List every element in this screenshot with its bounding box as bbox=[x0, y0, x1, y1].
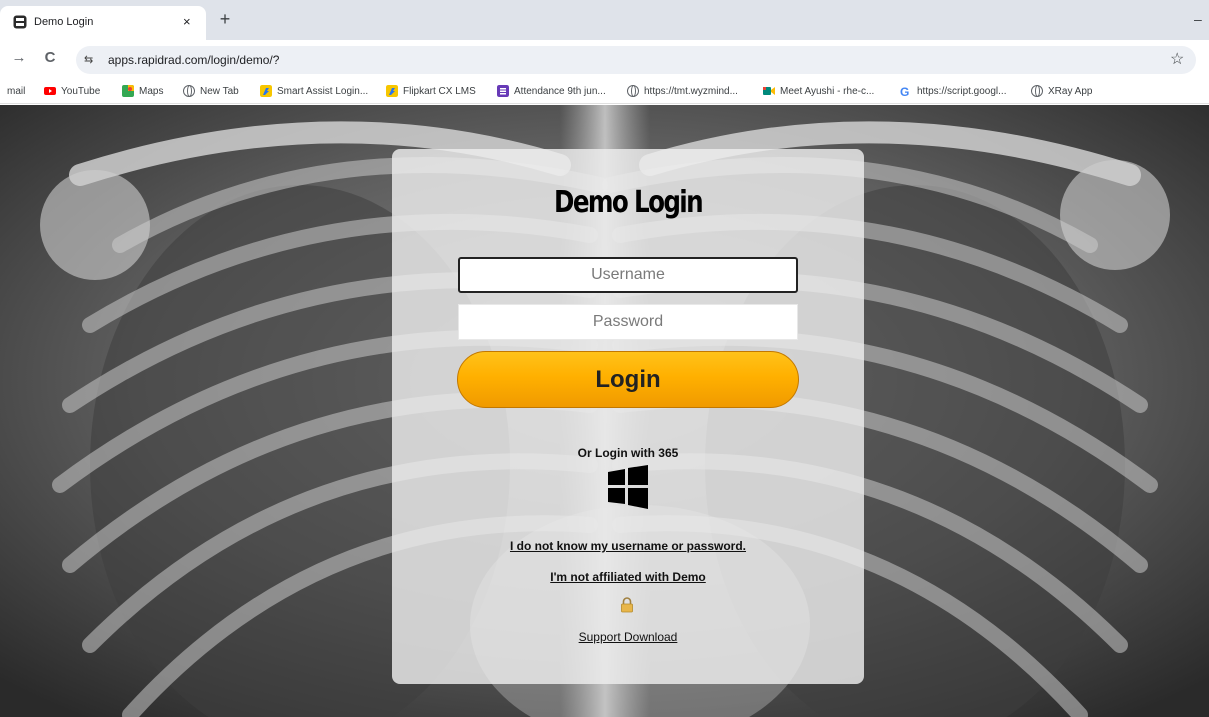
bookmark-meet[interactable]: Meet Ayushi - rhe-c... bbox=[763, 83, 874, 99]
bookmark-mail[interactable]: mail bbox=[7, 83, 25, 99]
tab-title: Demo Login bbox=[34, 16, 94, 28]
bookmark-label: Maps bbox=[139, 85, 164, 97]
bookmark-label: https://script.googl... bbox=[917, 85, 1007, 97]
username-input[interactable] bbox=[458, 257, 798, 293]
bookmark-label: Smart Assist Login... bbox=[277, 85, 369, 97]
globe-icon bbox=[183, 85, 195, 97]
lock-icon bbox=[621, 597, 633, 613]
bookmarks-bar: mail YouTube Maps New Tab Smart Assist L… bbox=[0, 78, 1209, 104]
meet-icon bbox=[763, 87, 775, 95]
new-tab-button[interactable]: + bbox=[214, 9, 236, 29]
bookmark-new-tab[interactable]: New Tab bbox=[183, 83, 239, 99]
forgot-credentials-link[interactable]: I do not know my username or password. bbox=[392, 539, 864, 553]
bookmark-smart-assist[interactable]: Smart Assist Login... bbox=[260, 83, 368, 99]
site-favicon-icon bbox=[13, 15, 27, 29]
tab-strip: Demo Login × + – bbox=[0, 0, 1209, 40]
browser-toolbar: → C ⇆ apps.rapidrad.com/login/demo/? ☆ bbox=[0, 40, 1209, 78]
bookmark-attendance[interactable]: Attendance 9th jun... bbox=[497, 83, 606, 99]
login-button[interactable]: Login bbox=[457, 351, 799, 408]
password-input[interactable] bbox=[458, 304, 798, 340]
bookmark-maps[interactable]: Maps bbox=[122, 83, 163, 99]
windows-logo-icon[interactable] bbox=[606, 465, 650, 509]
bookmark-label: Attendance 9th jun... bbox=[514, 85, 606, 97]
bookmark-xray-app[interactable]: XRay App bbox=[1031, 83, 1092, 99]
support-download-link[interactable]: Support Download bbox=[392, 630, 864, 644]
tab-demo-login[interactable]: Demo Login × bbox=[0, 6, 206, 40]
bookmark-label: https://tmt.wyzmind... bbox=[644, 85, 738, 97]
flipkart-icon bbox=[386, 85, 398, 97]
svg-text:G: G bbox=[900, 85, 909, 97]
forms-icon bbox=[497, 85, 509, 97]
flipkart-icon bbox=[260, 85, 272, 97]
bookmark-flipkart-cx[interactable]: Flipkart CX LMS bbox=[386, 83, 476, 99]
google-icon: G bbox=[900, 85, 909, 97]
not-affiliated-link[interactable]: I'm not affiliated with Demo bbox=[392, 570, 864, 584]
bookmark-label: mail bbox=[7, 85, 26, 97]
page-content: Demo Login Login Or Login with 365 I do … bbox=[0, 105, 1209, 717]
minimize-window-button[interactable]: – bbox=[1194, 9, 1202, 29]
bookmark-google-script[interactable]: G https://script.googl... bbox=[900, 83, 1007, 99]
globe-icon bbox=[1031, 85, 1043, 97]
bookmark-label: Meet Ayushi - rhe-c... bbox=[780, 85, 875, 97]
site-info-icon[interactable]: ⇆ bbox=[84, 52, 93, 68]
or-login-label: Or Login with 365 bbox=[577, 446, 679, 460]
page-title: Demo Login bbox=[554, 185, 704, 220]
reload-icon[interactable]: C bbox=[40, 49, 60, 67]
bookmark-label: YouTube bbox=[61, 85, 101, 97]
bookmark-tmt[interactable]: https://tmt.wyzmind... bbox=[627, 83, 738, 99]
bookmark-label: Flipkart CX LMS bbox=[403, 85, 476, 97]
bookmark-label: New Tab bbox=[200, 85, 239, 97]
bookmark-label: XRay App bbox=[1048, 85, 1093, 97]
bookmark-youtube[interactable]: YouTube bbox=[44, 83, 100, 99]
forward-arrow-icon[interactable]: → bbox=[9, 49, 29, 67]
bookmark-star-icon[interactable]: ☆ bbox=[1170, 50, 1184, 70]
url-text[interactable]: apps.rapidrad.com/login/demo/? bbox=[108, 53, 279, 67]
youtube-icon bbox=[44, 87, 56, 95]
tab-close-icon[interactable]: × bbox=[183, 14, 191, 30]
login-card: Demo Login Login Or Login with 365 I do … bbox=[392, 149, 864, 684]
address-bar[interactable]: ⇆ apps.rapidrad.com/login/demo/? ☆ bbox=[76, 46, 1196, 74]
globe-icon bbox=[627, 85, 639, 97]
maps-icon bbox=[122, 85, 134, 97]
